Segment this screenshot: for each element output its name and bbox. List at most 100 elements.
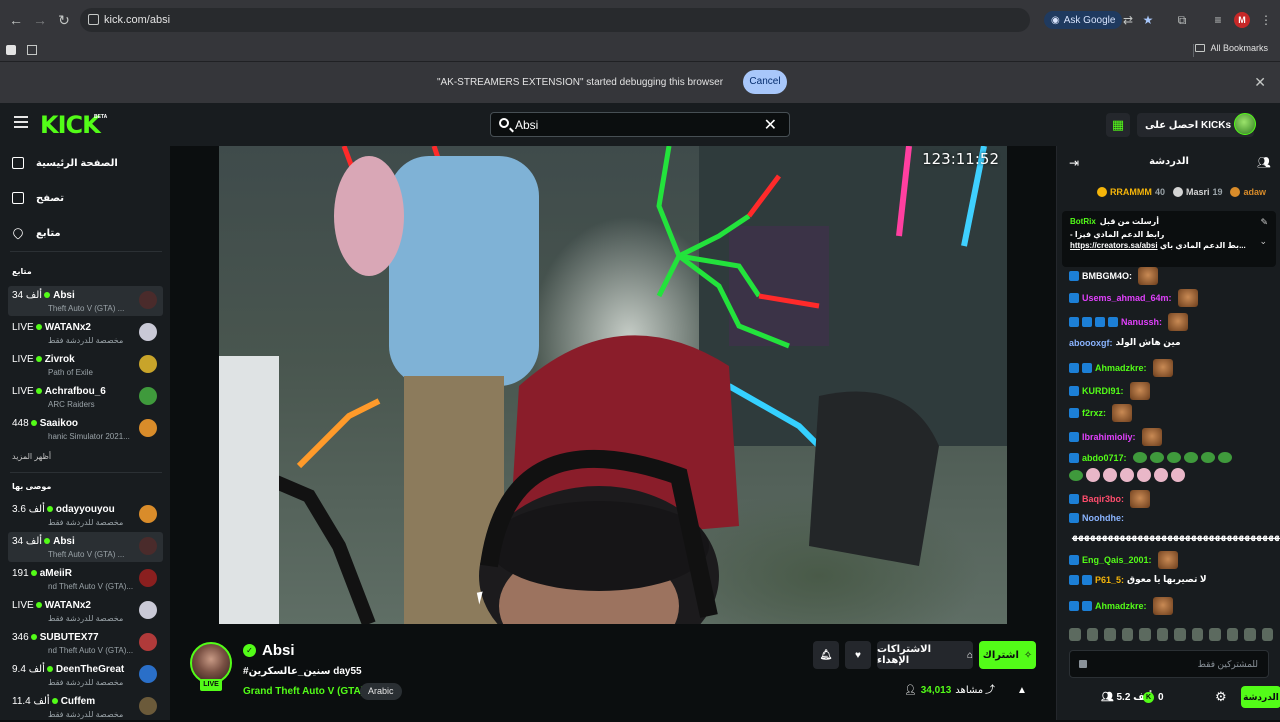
chat-message[interactable]: Noohdhe: <box>1069 513 1275 523</box>
language-tag[interactable]: Arabic <box>360 683 402 700</box>
quick-emote-icon[interactable] <box>1121 627 1133 641</box>
sidebar-channel-subutex77[interactable]: 346 SUBUTEX77 nd Theft Auto V (GTA)... <box>8 628 163 658</box>
chat-username[interactable]: f2rxz: <box>1082 408 1106 418</box>
follow-heart-button[interactable]: ♥ <box>845 641 871 669</box>
bookmark-star-icon[interactable]: ★ <box>1140 12 1156 28</box>
sidebar-channel-achrafbou_6[interactable]: LIVE Achrafbou_6 ARC Raiders <box>8 382 163 412</box>
stream-category-link[interactable]: Grand Theft Auto V (GTA) <box>243 686 364 697</box>
chat-input[interactable]: للمشتركين فقط <box>1069 650 1269 678</box>
sidebar-channel-odayyouyou[interactable]: 3.6 ألف odayyouyou مخصصة للدردشة فقط <box>8 500 163 530</box>
show-more-link[interactable]: أظهر المزيد <box>12 452 51 461</box>
chat-username[interactable]: KURDI91: <box>1082 386 1124 396</box>
site-info-icon[interactable] <box>88 14 99 25</box>
send-chat-button[interactable]: الدردشة <box>1241 686 1280 708</box>
quick-emote-icon[interactable] <box>1139 627 1151 641</box>
chat-username[interactable]: Nanussh: <box>1121 317 1162 327</box>
hamburger-menu-icon[interactable] <box>14 116 28 132</box>
quick-emote-icon[interactable] <box>1104 627 1116 641</box>
pinned-link[interactable]: https://creators.sa/absi <box>1070 241 1158 250</box>
kick-logo[interactable]: KICK <box>40 111 101 139</box>
user-avatar[interactable] <box>1234 113 1256 135</box>
gift-subs-button[interactable]: الاشتراكات الإهداء ⌂ <box>877 641 973 669</box>
quick-emote-icon[interactable] <box>1069 627 1081 641</box>
tab-grid-icon[interactable] <box>27 45 37 55</box>
chat-username[interactable]: Ahmadzkre: <box>1095 363 1147 373</box>
sidebar-channel-absi[interactable]: 34 ألف Absi Theft Auto V (GTA) ... <box>8 532 163 562</box>
apps-icon[interactable] <box>6 45 16 55</box>
streamer-name[interactable]: Absi <box>262 642 295 659</box>
media-controls-icon[interactable]: ≡ <box>1210 12 1226 28</box>
quick-emote-icon[interactable] <box>1156 627 1168 641</box>
expand-pinned-icon[interactable]: ⌄ <box>1259 236 1267 247</box>
quick-emote-icon[interactable] <box>1209 627 1221 641</box>
report-icon[interactable]: ▲ <box>1016 685 1028 697</box>
search-input[interactable]: Absi ✕ <box>490 112 790 137</box>
chat-message[interactable]: Nanussh: <box>1069 313 1275 331</box>
share-icon[interactable]: ⤴ <box>984 685 996 697</box>
back-icon[interactable]: ← <box>4 8 28 32</box>
profile-avatar[interactable]: M <box>1234 12 1250 28</box>
quick-emote-icon[interactable] <box>1244 627 1256 641</box>
sidebar-channel-absi[interactable]: 34 ألف Absi Theft Auto V (GTA) ... <box>8 286 163 316</box>
menu-kebab-icon[interactable]: ⋮ <box>1258 12 1274 28</box>
sidebar-channel-watanx2[interactable]: LIVE WATANx2 مخصصة للدردشة فقط <box>8 596 163 626</box>
sidebar-item-browse[interactable]: تصفح <box>12 183 162 213</box>
all-bookmarks-button[interactable]: All Bookmarks <box>1195 43 1268 53</box>
sidebar-channel-zivrok[interactable]: LIVE Zivrok Path of Exile <box>8 350 163 380</box>
users-icon[interactable]: 👥︎ <box>1257 156 1271 169</box>
sidebar-channel-deenthegreat[interactable]: 9.4 ألف DeenTheGreat مخصصة للدردشة فقط <box>8 660 163 690</box>
kicks-balance[interactable]: K 0 <box>1143 692 1164 703</box>
clear-search-icon[interactable]: ✕ <box>764 115 777 135</box>
chat-username[interactable]: Usems_ahmad_64m: <box>1082 293 1172 303</box>
chat-message[interactable]: Ahmadzkre: <box>1069 359 1275 377</box>
leaderboard-entry[interactable]: RRAMMM 40 <box>1096 184 1165 200</box>
ask-google-button[interactable]: ◉ Ask Google <box>1044 11 1123 29</box>
video-player[interactable]: 123:11:52 <box>219 146 1007 624</box>
sidebar-item-home[interactable]: الصفحة الرئيسية <box>12 148 162 178</box>
chat-username[interactable]: Noohdhe: <box>1082 513 1124 523</box>
quick-emote-icon[interactable] <box>1086 627 1098 641</box>
chat-username[interactable]: abdo0717: <box>1082 453 1127 463</box>
chat-message[interactable]: Eng_Qais_2001: <box>1069 551 1275 569</box>
extensions-icon[interactable]: ⧉ <box>1174 12 1190 28</box>
chat-message[interactable]: P61_5: لا تصيربها يا معوق <box>1069 574 1275 585</box>
chat-username[interactable]: aboooxgf: <box>1069 338 1113 348</box>
quick-emote-icon[interactable] <box>1191 627 1203 641</box>
address-bar[interactable]: kick.com/absi <box>80 8 1030 32</box>
sidebar-channel-cuffem[interactable]: 11.4 ألف Cuffem مخصصة للدردشة فقط <box>8 692 163 722</box>
sidebar-channel-saaikoo[interactable]: 448 Saaikoo hanic Simulator 2021... <box>8 414 163 444</box>
pinned-message[interactable]: ✎ BotRix أرسلت من قبل - رابط الدعم الماد… <box>1062 211 1276 267</box>
chat-message[interactable]: KURDI91: <box>1069 382 1275 400</box>
translate-icon[interactable]: ⇄ <box>1120 12 1136 28</box>
chat-message[interactable]: abdo0717: <box>1069 452 1275 463</box>
chat-message[interactable]: Ahmadzkre: <box>1069 597 1275 615</box>
chat-message[interactable]: aboooxgf: مين هاش الولد <box>1069 337 1275 348</box>
quick-emote-icon[interactable] <box>1174 627 1186 641</box>
kicks-store-icon[interactable]: ▦ <box>1106 113 1130 137</box>
close-infobar-icon[interactable]: ✕ <box>1254 74 1266 91</box>
chat-message[interactable]: Usems_ahmad_64m: <box>1069 289 1275 307</box>
leaderboard-entry[interactable]: adaw <box>1230 184 1269 200</box>
quick-emote-icon[interactable] <box>1226 627 1238 641</box>
sidebar-item-following[interactable]: متابع <box>11 218 162 248</box>
streamer-avatar[interactable] <box>190 642 232 684</box>
sidebar-channel-watanx2[interactable]: LIVE WATANx2 مخصصة للدردشة فقط <box>8 318 163 348</box>
chat-message[interactable]: f2rxz: <box>1069 404 1275 422</box>
subscribe-button[interactable]: اشتراك ✧ <box>979 641 1036 669</box>
chat-username[interactable]: Eng_Qais_2001: <box>1082 555 1152 565</box>
chat-username[interactable]: Ahmadzkre: <box>1095 601 1147 611</box>
chat-message[interactable]: ه‍ه‍ه‍ه‍ه‍ه‍ه‍ه‍ه‍ه‍ه‍ه‍ه‍ه‍ه‍ه‍ه‍ه‍ه‍ه‍… <box>1069 531 1280 542</box>
chat-username[interactable]: Baqir3bo: <box>1082 494 1124 504</box>
notification-bell-button[interactable]: 🔔︎ <box>813 641 839 669</box>
reload-icon[interactable]: ↻ <box>52 8 76 32</box>
quick-emote-icon[interactable] <box>1261 627 1273 641</box>
forward-icon[interactable]: → <box>28 8 52 32</box>
cancel-debugging-button[interactable]: Cancel <box>743 70 787 94</box>
leaderboard-entry[interactable]: Masri 19 <box>1172 184 1222 200</box>
chat-message[interactable]: Ibrahimioliy: <box>1069 428 1275 446</box>
chat-username[interactable]: Ibrahimioliy: <box>1082 432 1136 442</box>
chat-message[interactable]: Baqir3bo: <box>1069 490 1275 508</box>
chat-message[interactable]: BMBGM4O: <box>1069 267 1275 285</box>
sidebar-channel-ameiir[interactable]: 191 aMeiiR nd Theft Auto V (GTA)... <box>8 564 163 594</box>
chat-username[interactable]: BMBGM4O: <box>1082 271 1132 281</box>
